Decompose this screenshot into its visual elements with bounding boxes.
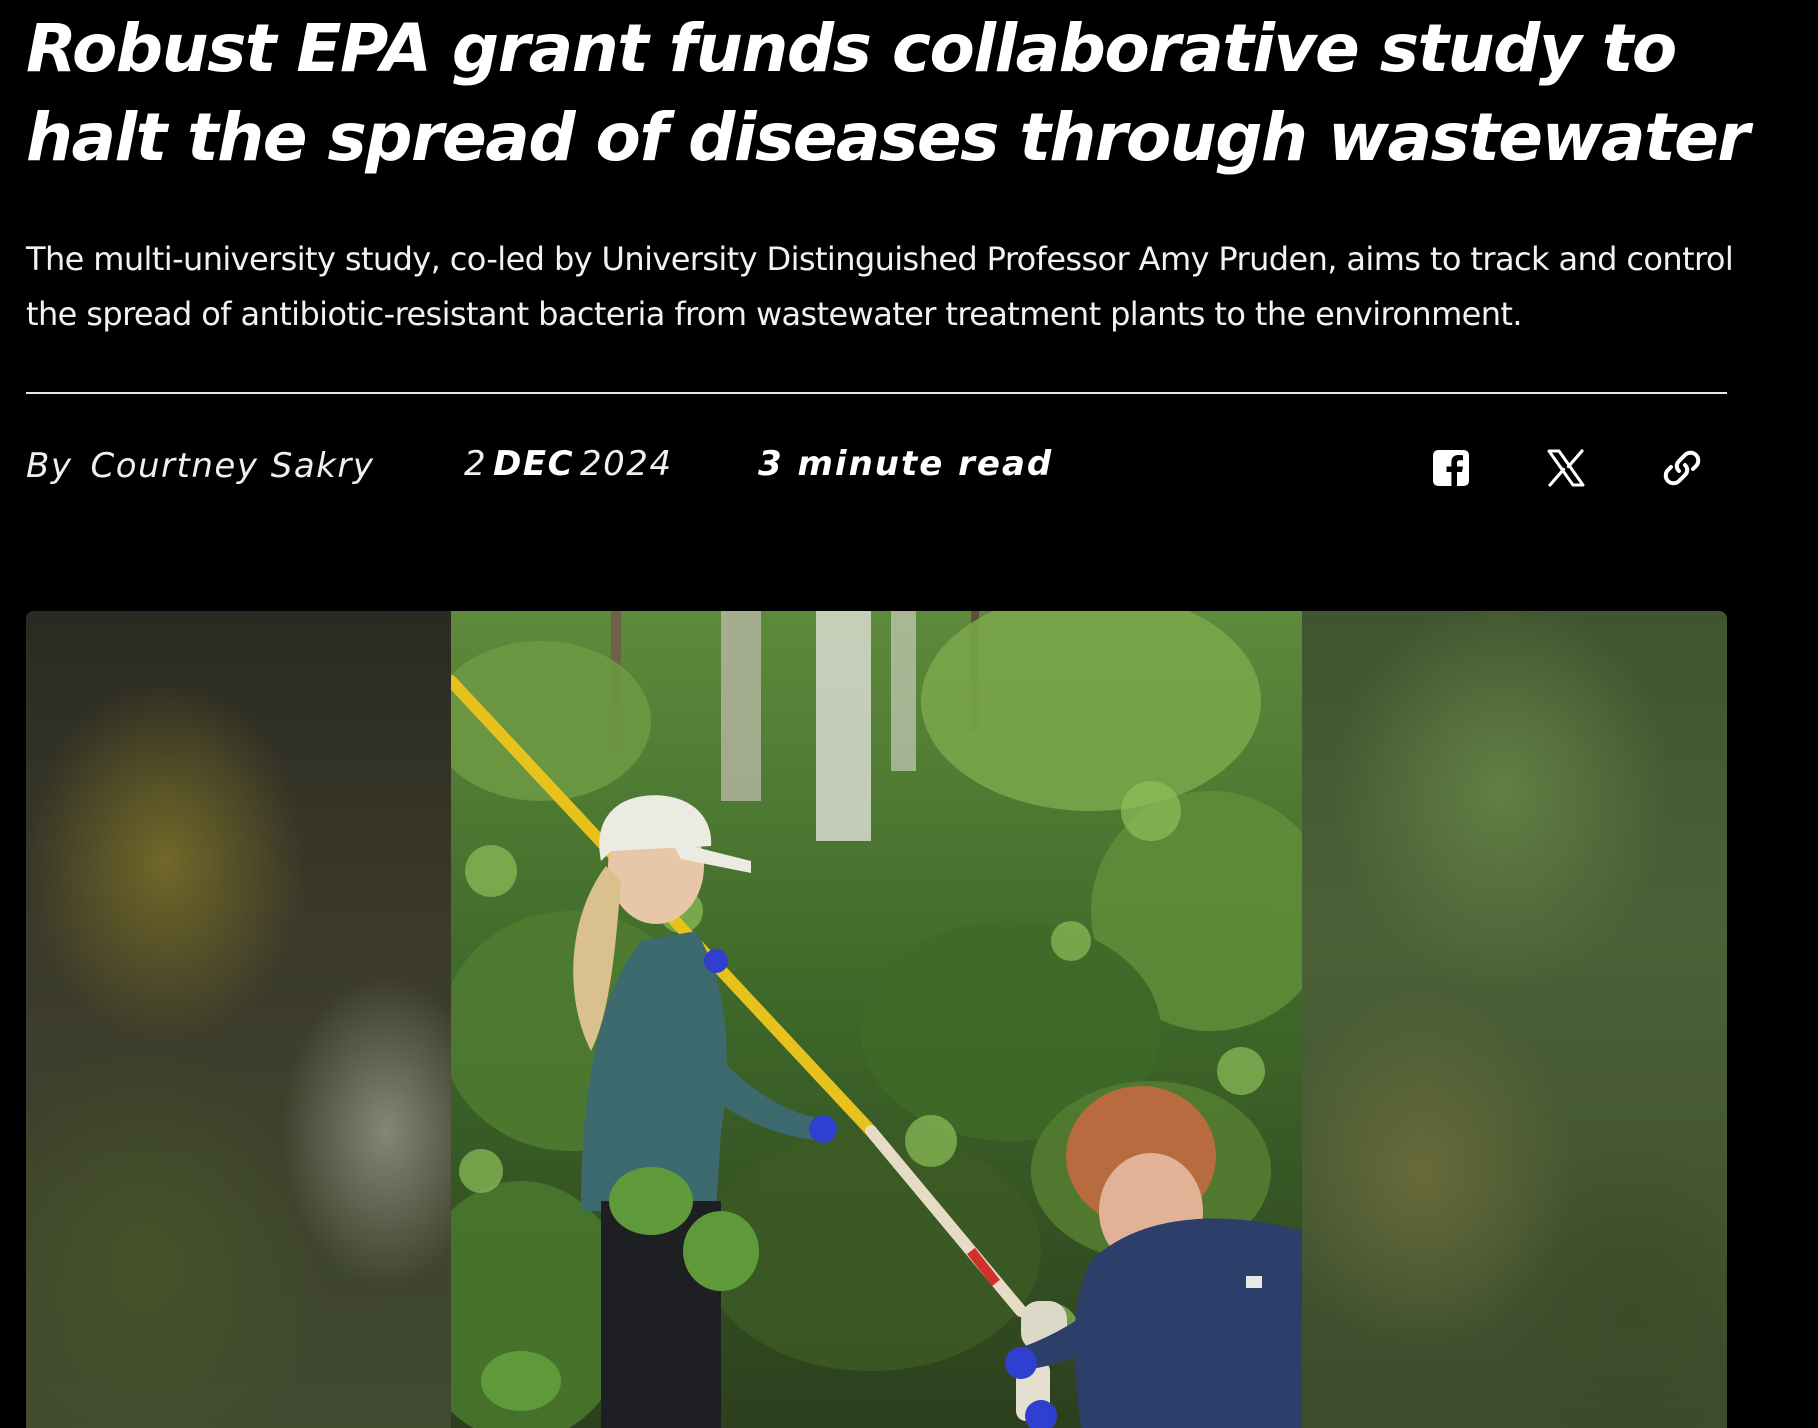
byline-label: By <box>26 446 73 486</box>
facebook-icon <box>1433 450 1469 486</box>
author-name[interactable]: Courtney Sakry <box>90 446 374 486</box>
article-title: Robust EPA grant funds collaborative stu… <box>26 10 1750 176</box>
publish-date: 2 DEC 2024 <box>464 444 673 484</box>
date-year: 2024 <box>580 444 673 484</box>
article-page: Robust EPA grant funds collaborative stu… <box>0 0 1818 1428</box>
share-facebook-button[interactable] <box>1423 440 1479 496</box>
divider <box>26 392 1727 394</box>
share-x-button[interactable] <box>1538 440 1594 496</box>
field-sampling-photo <box>451 611 1302 1428</box>
date-month: DEC <box>493 444 575 484</box>
read-time: 3 minute read <box>758 444 1054 484</box>
hero-blur-right <box>1302 611 1727 1428</box>
date-day: 2 <box>464 444 488 484</box>
byline: By Courtney Sakry <box>26 446 374 486</box>
hero-blur-left <box>26 611 451 1428</box>
hero-photo <box>451 611 1302 1428</box>
link-icon <box>1663 450 1701 486</box>
hero-image <box>26 611 1727 1428</box>
copy-link-button[interactable] <box>1654 440 1710 496</box>
article-subtitle: The multi-university study, co-led by Un… <box>26 240 1734 333</box>
x-icon <box>1547 449 1585 487</box>
article-meta: By Courtney Sakry 2 DEC 2024 3 minute read <box>26 440 1746 496</box>
